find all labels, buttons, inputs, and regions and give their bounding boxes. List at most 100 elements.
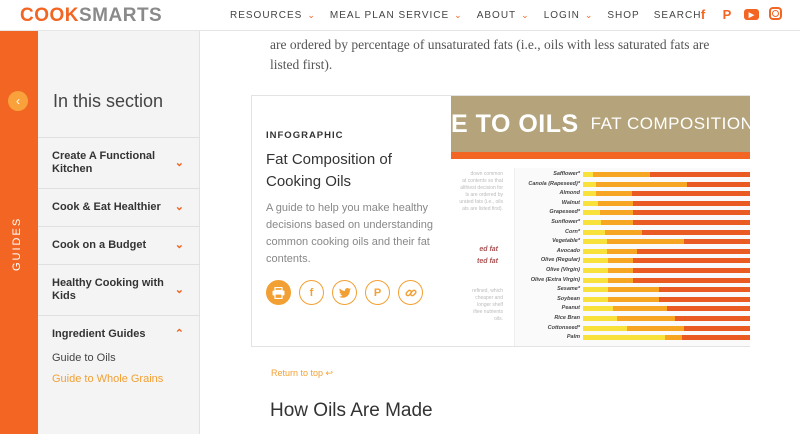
chevron-down-icon: ⌄	[174, 156, 184, 169]
sidebar-item-label: Create A Functional Kitchen	[52, 150, 156, 175]
oil-bar-segment	[683, 239, 750, 245]
social-links: f P ▶	[696, 7, 782, 22]
chevron-down-icon: ⌄	[174, 201, 184, 213]
faded-notes-text: refined, which cheaper and longer shelf ifi…	[472, 288, 503, 322]
card-eyebrow: INFOGRAPHIC	[266, 130, 344, 141]
nav-about[interactable]: ABOUT ⌄	[477, 10, 530, 21]
oil-bar-segment	[583, 335, 666, 341]
oil-bar-segment	[650, 172, 750, 177]
banner-subtitle: FAT COMPOSITION OF COO	[590, 114, 750, 133]
sidebar-item-label: Ingredient Guides	[52, 328, 146, 340]
section-heading: How Oils Are Made	[270, 400, 433, 421]
nav-resources[interactable]: RESOURCES ⌄	[230, 10, 316, 21]
faded-legend-heading: ted fat	[477, 258, 498, 265]
oil-bar-segment	[601, 220, 634, 225]
sidebar-item-label: Cook & Eat Healthier	[52, 201, 161, 213]
oil-bar-segment	[583, 306, 614, 312]
sidebar-item-cook-eat-healthier[interactable]: Cook & Eat Healthier ⌄	[38, 188, 200, 226]
oil-bar-segment	[633, 258, 750, 264]
oil-bar-segment	[583, 181, 597, 187]
sidebar-item-create-a-functional-kitchen[interactable]: Create A Functional Kitchen ⌄	[38, 137, 200, 188]
oil-bar-segment	[596, 181, 688, 187]
share-buttons: f P	[266, 280, 423, 305]
faded-legend-heading: ed fat	[479, 246, 498, 253]
oil-label: Olive (Extra Virgin)	[530, 276, 580, 283]
nav-login[interactable]: LOGIN ⌄	[544, 10, 594, 21]
sublink-guide-to-whole-grains[interactable]: Guide to Whole Grains	[52, 373, 163, 385]
banner-title: E TO OILS	[451, 109, 579, 138]
oil-bar-segment	[608, 258, 634, 264]
chevron-down-icon: ⌄	[307, 10, 316, 20]
card-description: A guide to help you make healthy decisio…	[266, 202, 433, 265]
oil-label: Palm	[566, 334, 580, 341]
link-icon[interactable]	[398, 280, 423, 305]
chevron-down-icon: ⌄	[454, 10, 463, 20]
sidebar-item-label: Healthy Cooking with Kids	[52, 277, 164, 302]
oil-bar-segment	[687, 181, 750, 187]
oil-bar-segment	[583, 172, 594, 177]
collapse-sidebar-button[interactable]: ‹	[8, 91, 28, 111]
oil-bar-segment	[683, 325, 750, 331]
nav-label: LOGIN	[543, 10, 580, 21]
oil-bar-segment	[599, 210, 634, 216]
sidebar-item-healthy-cooking-with-kids[interactable]: Healthy Cooking with Kids ⌄	[38, 264, 200, 315]
sublink-guide-to-oils[interactable]: Guide to Oils	[52, 352, 116, 364]
print-icon[interactable]	[266, 280, 291, 305]
oil-bar-segment	[616, 316, 676, 321]
instagram-icon[interactable]	[769, 7, 782, 20]
oil-label: Soybean	[557, 295, 580, 302]
card-title[interactable]: Fat Composition of Cooking Oils	[266, 149, 431, 193]
oil-bar-segment	[608, 287, 659, 293]
oil-composition-chart: Safflower* Canola (Rapeseed)* Almond Walnut…	[514, 168, 750, 346]
oil-label: Cottonseed*	[547, 324, 580, 331]
twitter-icon[interactable]	[332, 280, 357, 305]
oil-bar-segment	[631, 191, 750, 197]
nav-shop[interactable]: SHOP	[607, 10, 639, 21]
oil-bar-segment	[608, 268, 634, 273]
oil-label: Rice Bran	[554, 315, 580, 321]
oil-label: Avocado	[556, 247, 580, 254]
oil-bar-segment	[583, 229, 605, 235]
oil-bar-segment	[633, 277, 750, 283]
oil-bar-segment	[636, 248, 750, 254]
faded-intro-text: down common at contents so that althiest d…	[459, 171, 503, 212]
oil-label: Sesame*	[557, 286, 580, 293]
facebook-icon[interactable]: f	[696, 7, 710, 22]
oil-bar-segment	[633, 220, 750, 225]
pinterest-icon[interactable]: P	[365, 280, 390, 305]
chevron-down-icon: ⌄	[174, 239, 184, 251]
oil-bar-segment	[596, 191, 632, 197]
chevron-left-icon: ‹	[16, 94, 20, 108]
pinterest-icon[interactable]: P	[720, 7, 734, 22]
cooksmarts-logo[interactable]: COOKSMARTS	[20, 5, 162, 27]
oil-bar-segment	[665, 335, 683, 341]
chevron-down-icon: ⌄	[584, 10, 594, 20]
oil-bar-segment	[583, 220, 602, 225]
nav-label: RESOURCES	[230, 10, 303, 21]
sidebar-item-cook-on-a-budget[interactable]: Cook on a Budget ⌄	[38, 226, 200, 264]
oil-label: Grapeseed*	[549, 209, 580, 216]
oil-label: Olive (Virgin)	[545, 267, 580, 273]
oil-bar-segment	[667, 306, 750, 312]
logo-text-smarts: SMARTS	[79, 5, 163, 26]
oil-bar-segment	[675, 316, 750, 321]
infographic-card: INFOGRAPHIC Fat Composition of Cooking O…	[251, 95, 750, 347]
infographic-preview[interactable]: E TO OILS FAT COMPOSITION OF COO down co…	[438, 96, 750, 346]
youtube-icon[interactable]: ▶	[744, 9, 759, 20]
return-to-top-link[interactable]: Return to top ↩	[271, 368, 333, 379]
oil-bar-segment	[608, 296, 659, 302]
sidebar-item-label: Cook on a Budget	[52, 239, 147, 251]
oil-bar-segment	[613, 306, 667, 312]
main-nav: RESOURCES ⌄ MEAL PLAN SERVICE ⌄ ABOUT ⌄ LOG…	[230, 10, 715, 21]
top-header: COOKSMARTS RESOURCES ⌄ MEAL PLAN SERVICE ⌄…	[0, 0, 800, 31]
oil-bar-segment	[583, 210, 600, 216]
oil-bar-segment	[583, 268, 609, 273]
sidebar-item-ingredient-guides[interactable]: Ingredient Guides ⌃	[38, 315, 200, 353]
oil-label: Walnut	[561, 199, 580, 206]
facebook-icon[interactable]: f	[299, 280, 324, 305]
nav-search[interactable]: SEARCH	[654, 10, 702, 21]
nav-meal-plan-service[interactable]: MEAL PLAN SERVICE ⌄	[330, 10, 463, 21]
oil-label: Safflower*	[553, 171, 580, 177]
oil-bar-segment	[583, 316, 617, 321]
oil-bar-segment	[641, 229, 750, 235]
